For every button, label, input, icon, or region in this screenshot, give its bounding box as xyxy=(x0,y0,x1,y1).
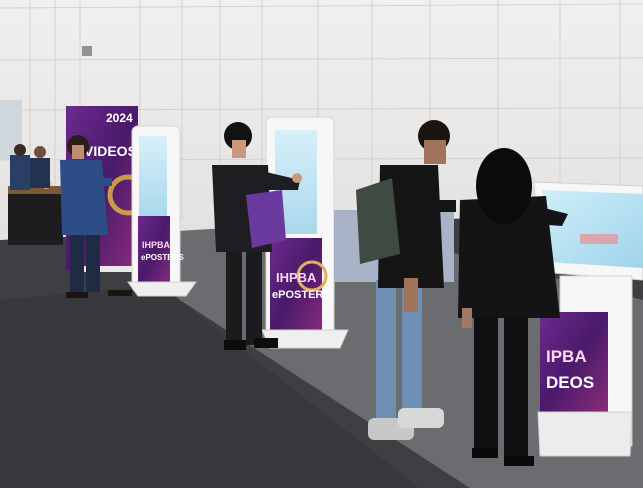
kiosk-right-line2: DEOS xyxy=(546,373,594,392)
exhibition-hall-scene: 2024 VIDEOS IHPBA ePOSTERS IHPBA ePOSTER… xyxy=(0,0,643,488)
kiosk-small-line2: ePOSTERS xyxy=(141,253,184,262)
kiosk-right-line1: IPBA xyxy=(546,347,587,366)
banner-year: 2024 xyxy=(106,111,133,125)
kiosk-center-line1: IHPBA xyxy=(276,270,317,285)
banner-videos-label: VIDEOS xyxy=(84,143,137,159)
kiosk-small-line1: IHPBA xyxy=(142,240,171,250)
kiosk-center-line2: ePOSTERS xyxy=(272,289,331,301)
